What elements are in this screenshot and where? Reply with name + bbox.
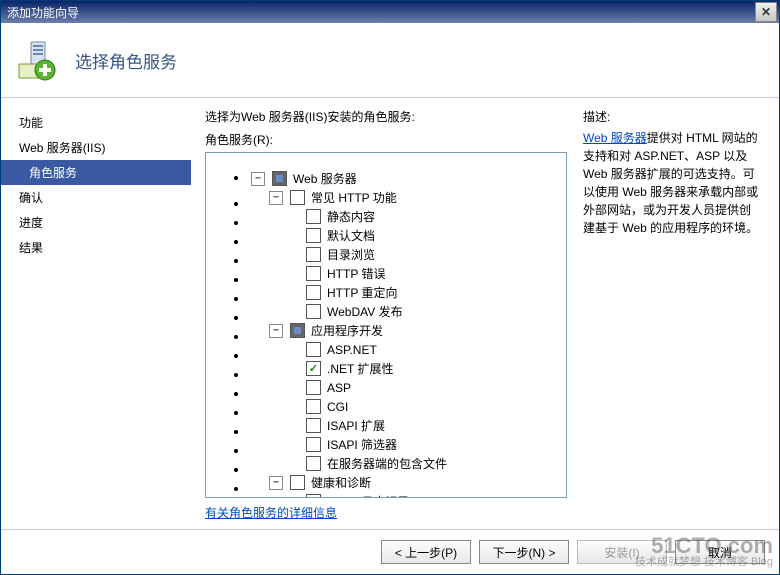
server-role-icon <box>15 38 59 82</box>
more-info-link[interactable]: 有关角色服务的详细信息 <box>205 504 567 521</box>
checkbox[interactable] <box>306 494 321 498</box>
checkbox[interactable] <box>306 228 321 243</box>
tree-node-label: ISAPI 筛选器 <box>325 436 399 453</box>
tree-node[interactable]: ISAPI 扩展 <box>248 416 564 435</box>
tree-node[interactable]: ISAPI 筛选器 <box>248 435 564 454</box>
wizard-body: 功能Web 服务器(IIS)角色服务确认进度结果 选择为Web 服务器(IIS)… <box>1 98 779 529</box>
tree-node-label: ASP.NET <box>325 343 379 357</box>
checkbox[interactable] <box>306 266 321 281</box>
window-title: 添加功能向导 <box>3 4 755 21</box>
description-text: Web 服务器提供对 HTML 网站的支持和对 ASP.NET、ASP 以及 W… <box>583 129 761 237</box>
tree-node-label: 健康和诊断 <box>309 474 373 491</box>
tree-node[interactable]: HTTP 日志记录 <box>248 492 564 498</box>
tree-node[interactable]: ASP.NET <box>248 340 564 359</box>
role-services-label: 角色服务(R): <box>205 131 567 148</box>
instruction-text: 选择为Web 服务器(IIS)安装的角色服务: <box>205 108 567 125</box>
tree-node[interactable]: WebDAV 发布 <box>248 302 564 321</box>
tree-node[interactable]: 在服务器端的包含文件 <box>248 454 564 473</box>
tree-node[interactable]: CGI <box>248 397 564 416</box>
tree-node-label: HTTP 日志记录 <box>325 493 411 498</box>
tree-node-label: 常见 HTTP 功能 <box>309 189 399 206</box>
sidebar-item-2[interactable]: 角色服务 <box>1 160 191 185</box>
tree-node[interactable]: 静态内容 <box>248 207 564 226</box>
nav-sidebar: 功能Web 服务器(IIS)角色服务确认进度结果 <box>1 98 191 529</box>
tree-node-label: 目录浏览 <box>325 246 377 263</box>
sidebar-item-5[interactable]: 结果 <box>1 235 191 260</box>
tree-node-label: ASP <box>325 381 353 395</box>
tree-node-label: WebDAV 发布 <box>325 303 405 320</box>
tree-node[interactable]: − 应用程序开发 <box>248 321 564 340</box>
description-label: 描述: <box>583 108 761 125</box>
checkbox[interactable] <box>306 361 321 376</box>
checkbox[interactable] <box>306 209 321 224</box>
expander-icon[interactable]: − <box>269 191 283 205</box>
wizard-header: 选择角色服务 <box>1 23 779 98</box>
tree-node[interactable]: − 健康和诊断 <box>248 473 564 492</box>
checkbox[interactable] <box>306 399 321 414</box>
tree-node[interactable]: ASP <box>248 378 564 397</box>
tree-node[interactable]: 目录浏览 <box>248 245 564 264</box>
tree-node-label: 应用程序开发 <box>309 322 385 339</box>
tree-node-label: HTTP 错误 <box>325 265 387 282</box>
expander-icon[interactable]: − <box>251 172 265 186</box>
tree-node-label: .NET 扩展性 <box>325 360 395 377</box>
description-link[interactable]: Web 服务器 <box>583 131 647 145</box>
sidebar-item-0[interactable]: 功能 <box>1 110 191 135</box>
tree-node[interactable]: − Web 服务器 <box>248 169 564 188</box>
checkbox[interactable] <box>306 418 321 433</box>
tree-node-label: 在服务器端的包含文件 <box>325 455 449 472</box>
sidebar-item-1[interactable]: Web 服务器(IIS) <box>1 135 191 160</box>
tree-node[interactable]: − 常见 HTTP 功能 <box>248 188 564 207</box>
tree-node-label: 默认文档 <box>325 227 377 244</box>
checkbox[interactable] <box>290 190 305 205</box>
content-pane: 选择为Web 服务器(IIS)安装的角色服务: 角色服务(R): −Web 服务… <box>191 98 779 529</box>
checkbox[interactable] <box>272 171 287 186</box>
checkbox[interactable] <box>306 247 321 262</box>
tree-node[interactable]: .NET 扩展性 <box>248 359 564 378</box>
role-services-tree[interactable]: −Web 服务器−常见 HTTP 功能静态内容默认文档目录浏览HTTP 错误HT… <box>205 152 567 498</box>
role-services-pane: 选择为Web 服务器(IIS)安装的角色服务: 角色服务(R): −Web 服务… <box>205 108 567 521</box>
tree-node[interactable]: HTTP 重定向 <box>248 283 564 302</box>
titlebar: 添加功能向导 ✕ <box>1 1 779 23</box>
checkbox[interactable] <box>306 285 321 300</box>
checkbox[interactable] <box>306 380 321 395</box>
checkbox[interactable] <box>306 437 321 452</box>
expander-icon[interactable]: − <box>269 476 283 490</box>
checkbox[interactable] <box>290 475 305 490</box>
install-button: 安装(I) <box>577 540 667 564</box>
wizard-footer: < 上一步(P) 下一步(N) > 安装(I) 取消 <box>1 529 779 574</box>
checkbox[interactable] <box>290 323 305 338</box>
checkbox[interactable] <box>306 342 321 357</box>
close-icon[interactable]: ✕ <box>755 2 777 22</box>
next-button[interactable]: 下一步(N) > <box>479 540 569 564</box>
sidebar-item-4[interactable]: 进度 <box>1 210 191 235</box>
description-body: 提供对 HTML 网站的支持和对 ASP.NET、ASP 以及 Web 服务器扩… <box>583 131 758 235</box>
description-pane: 描述: Web 服务器提供对 HTML 网站的支持和对 ASP.NET、ASP … <box>583 108 761 521</box>
tree-node-label: ISAPI 扩展 <box>325 417 387 434</box>
tree-node-label: Web 服务器 <box>291 170 359 187</box>
tree-node-label: HTTP 重定向 <box>325 284 399 301</box>
checkbox[interactable] <box>306 304 321 319</box>
tree-node-label: CGI <box>325 400 350 414</box>
cancel-button[interactable]: 取消 <box>675 540 765 564</box>
wizard-window: 添加功能向导 ✕ 选择角色服务 功能Web 服务器(IIS)角色服务确认进度结果… <box>0 0 780 575</box>
expander-icon[interactable]: − <box>269 324 283 338</box>
tree-node[interactable]: 默认文档 <box>248 226 564 245</box>
prev-button[interactable]: < 上一步(P) <box>381 540 471 564</box>
tree-node[interactable]: HTTP 错误 <box>248 264 564 283</box>
tree-node-label: 静态内容 <box>325 208 377 225</box>
sidebar-item-3[interactable]: 确认 <box>1 185 191 210</box>
checkbox[interactable] <box>306 456 321 471</box>
page-title: 选择角色服务 <box>75 48 177 73</box>
